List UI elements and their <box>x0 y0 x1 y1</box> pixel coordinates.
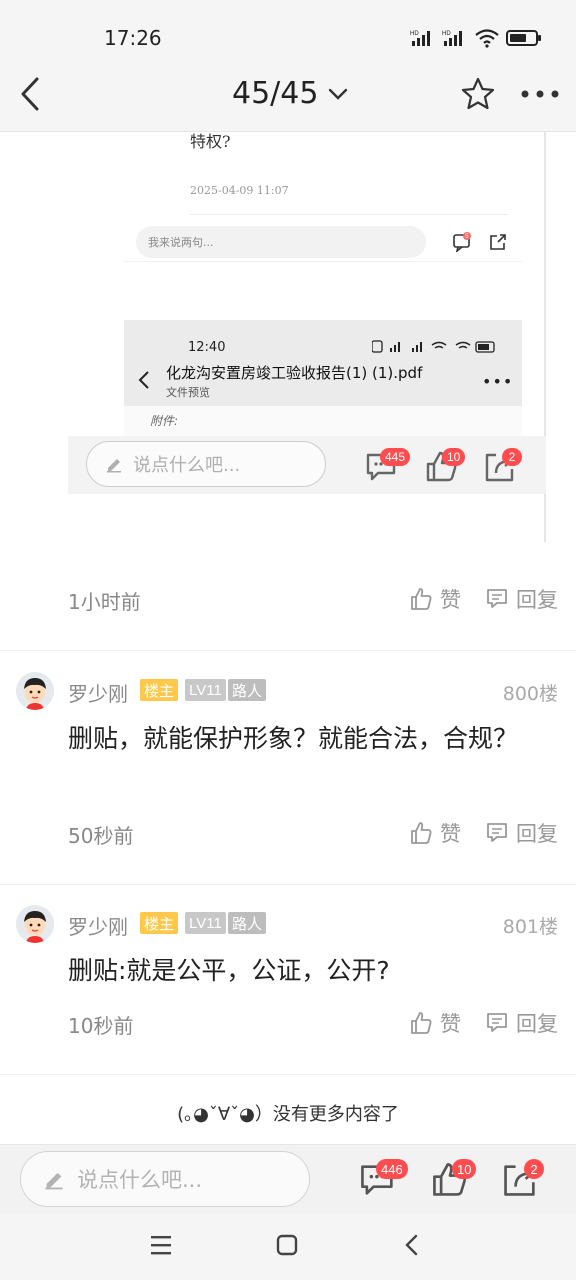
like-label: 赞 <box>440 1012 461 1036</box>
embedded-handwriting: 附件: <box>150 414 179 428</box>
status-icons: HD HD <box>410 26 542 50</box>
comment-username[interactable]: 罗少刚 <box>68 678 128 707</box>
thumbs-up-icon <box>411 588 432 610</box>
page-indicator: 45/45 <box>232 76 319 111</box>
comment-username[interactable]: 罗少刚 <box>68 911 128 940</box>
back-button[interactable] <box>12 74 48 114</box>
post-time: 1小时前 <box>68 590 141 614</box>
embedded-back-icon <box>138 371 149 389</box>
level-tag: LV11 <box>185 912 226 934</box>
embedded-like-count: 10 <box>442 448 466 466</box>
like-button[interactable]: 赞 <box>410 584 461 614</box>
embedded-status-icons <box>372 340 495 353</box>
star-icon[interactable] <box>460 76 496 112</box>
like-label: 赞 <box>440 822 461 846</box>
recent-apps-button[interactable] <box>146 1230 176 1260</box>
embedded-divider <box>190 214 508 215</box>
avatar-image <box>16 672 54 710</box>
comment-input[interactable]: 说点什么吧... <box>20 1151 310 1207</box>
embedded-document-preview <box>124 406 522 436</box>
svg-text:HD: HD <box>410 31 419 37</box>
battery-icon <box>506 30 541 46</box>
comment-input-placeholder: 说点什么吧... <box>77 1168 203 1192</box>
pencil-icon <box>107 459 121 473</box>
reply-icon <box>487 589 507 608</box>
more-options-button[interactable] <box>518 80 562 108</box>
reply-icon <box>487 823 507 842</box>
floor-number: 801楼 <box>502 916 558 938</box>
like-count-badge: 10 <box>452 1159 477 1179</box>
home-square-icon <box>276 1234 298 1256</box>
reply-icon <box>487 1013 507 1032</box>
embedded-bottom-input: 说点什么吧... <box>86 441 326 487</box>
comment-count-badge: 446 <box>376 1159 408 1179</box>
like-button[interactable]: 赞 <box>410 818 461 848</box>
embedded-comment-icon: 5 <box>453 232 471 252</box>
comment-time: 50秒前 <box>68 824 134 848</box>
avatar-image <box>16 905 54 943</box>
reply-button[interactable]: 回复 <box>486 818 558 848</box>
reply-button[interactable]: 回复 <box>486 1008 558 1038</box>
signal-icon: HD <box>410 31 430 46</box>
embedded-comment-input: 我来说两句... <box>136 226 426 258</box>
home-button[interactable] <box>272 1230 302 1260</box>
embedded-phone-time: 12:40 <box>188 340 226 355</box>
thumbs-up-icon <box>411 1012 432 1034</box>
no-more-content: (｡◕ˇ∀ˇ◕）没有更多内容了 <box>177 1104 399 1125</box>
embedded-more-icon: ••• <box>482 372 514 391</box>
signal-icon: HD <box>442 31 462 46</box>
divider <box>0 650 576 651</box>
host-tag: 楼主 <box>140 679 179 701</box>
role-tag: 路人 <box>228 679 267 701</box>
status-bar: 17:26 HD HD <box>0 0 576 56</box>
more-dots-icon <box>521 90 559 98</box>
svg-text:HD: HD <box>442 31 451 37</box>
status-time: 17:26 <box>104 26 162 50</box>
embedded-share-count: 2 <box>502 448 522 466</box>
share-count-badge: 2 <box>524 1159 544 1179</box>
avatar[interactable] <box>16 905 54 943</box>
divider <box>0 1074 576 1075</box>
back-triangle-icon <box>405 1234 418 1256</box>
embedded-bottom-placeholder: 说点什么吧... <box>133 455 241 476</box>
reply-label: 回复 <box>516 822 558 846</box>
embedded-post-text: 特权? <box>190 132 231 151</box>
reply-label: 回复 <box>516 1012 558 1036</box>
wifi-icon <box>475 29 499 48</box>
like-button[interactable]: 赞 <box>410 1008 461 1038</box>
comment-text: 删贴，就能保护形象？就能合法，合规？ <box>68 724 519 753</box>
menu-icon <box>151 1236 171 1255</box>
avatar[interactable] <box>16 672 54 710</box>
embedded-comment-count: 445 <box>380 448 411 466</box>
page-selector[interactable]: 45/45 <box>232 76 348 111</box>
host-tag: 楼主 <box>140 912 179 934</box>
back-arrow-icon <box>21 77 39 111</box>
embedded-share-icon <box>490 234 506 250</box>
embedded-post-date: 2025-04-09 11:07 <box>190 184 289 197</box>
comment-text: 删贴:就是公平，公证，公开? <box>68 956 390 985</box>
top-navigation: 45/45 <box>0 56 576 132</box>
embedded-file-title: 化龙沟安置房竣工验收报告(1) (1).pdf <box>166 364 423 382</box>
embedded-file-subtitle: 文件预览 <box>166 386 210 399</box>
comment-time: 10秒前 <box>68 1014 134 1038</box>
reply-button[interactable]: 回复 <box>486 584 558 614</box>
system-back-button[interactable] <box>396 1230 426 1260</box>
role-tag: 路人 <box>228 912 267 934</box>
pencil-icon <box>45 1172 63 1190</box>
reply-label: 回复 <box>516 588 558 612</box>
floor-number: 800楼 <box>502 683 558 705</box>
like-label: 赞 <box>440 588 461 612</box>
chevron-down-icon <box>329 88 348 100</box>
level-tag: LV11 <box>185 679 226 701</box>
divider <box>0 884 576 885</box>
thumbs-up-icon <box>411 822 432 844</box>
